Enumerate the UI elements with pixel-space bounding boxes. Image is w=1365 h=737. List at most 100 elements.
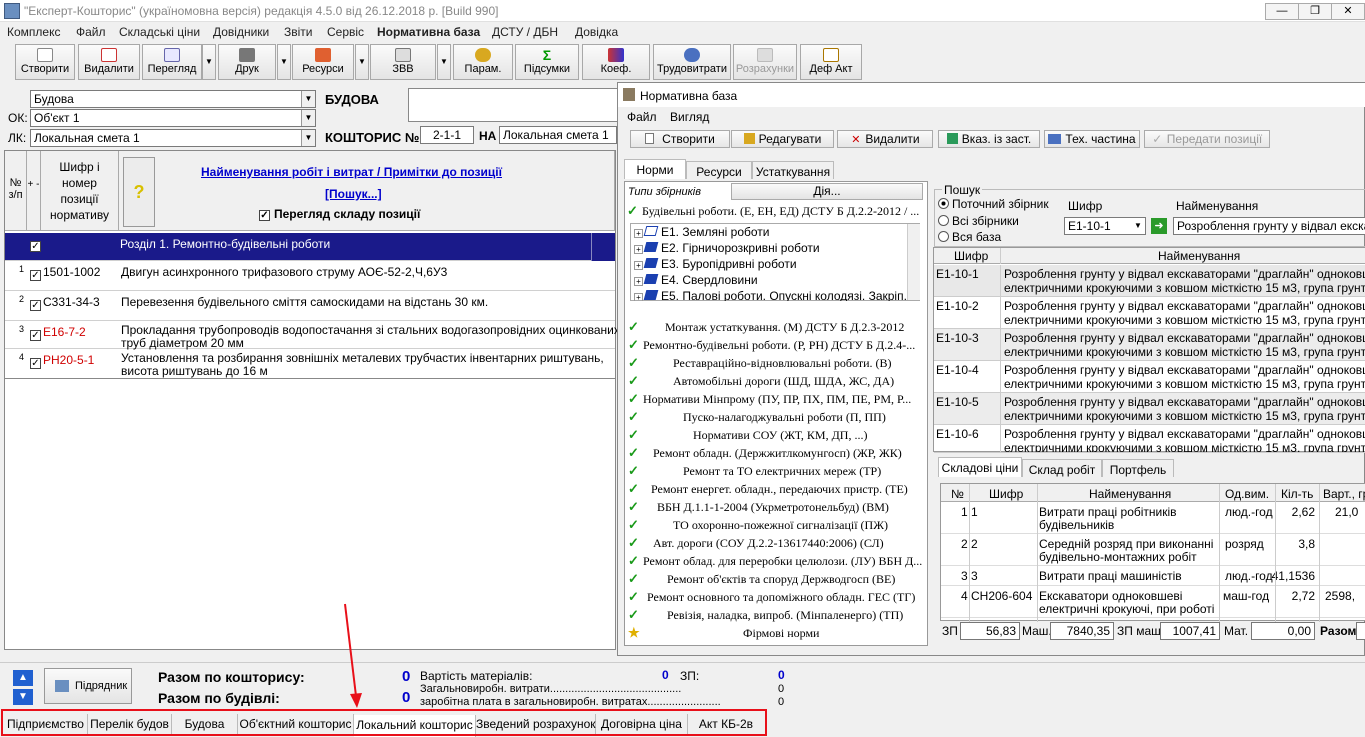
- resources-dropdown[interactable]: ▼: [355, 44, 369, 80]
- menu-dstu[interactable]: ДСТУ / ДБН: [492, 25, 558, 39]
- collection-item[interactable]: ✓ Ревізія, наладка, випроб. (Мінпаленерг…: [628, 608, 926, 626]
- zvv-button[interactable]: ЗВВ: [370, 44, 436, 80]
- nb-tab-norms[interactable]: Норми: [624, 159, 686, 179]
- collection-item[interactable]: ✓ Ремонт енергет. обладн., передаючих пр…: [628, 482, 926, 500]
- menu-reports[interactable]: Звіти: [284, 25, 313, 39]
- nb-tech-part-button[interactable]: Тех. частина: [1044, 130, 1140, 148]
- calc-button[interactable]: Розрахунки: [733, 44, 797, 80]
- go-arrow-icon[interactable]: ➜: [1151, 218, 1167, 234]
- collection-item[interactable]: ✓ Ремонт об'єктів та споруд Держводгосп …: [628, 572, 926, 590]
- radio-all-base[interactable]: Вся база: [938, 230, 1001, 244]
- tab-portfolio[interactable]: Портфель: [1102, 459, 1174, 477]
- menu-normative-base[interactable]: Нормативна база: [377, 25, 480, 39]
- table-row[interactable]: 1 1 Витрати праці робітників будівельник…: [941, 502, 1365, 534]
- totals-button[interactable]: Σ Підсумки: [515, 44, 579, 80]
- nb-from-storage-button[interactable]: Вказ. із заст.: [938, 130, 1040, 148]
- name-header-link[interactable]: Найменування робіт і витрат / Примітки д…: [201, 165, 502, 179]
- section-row[interactable]: ✓ Розділ 1. Ремонтно-будівельні роботи: [5, 233, 615, 261]
- tree-item[interactable]: + Е1. Земляні роботи: [631, 225, 906, 241]
- search-name-input[interactable]: Розроблення грунту у відвал екскава: [1173, 217, 1365, 235]
- object-select[interactable]: Об'єкт 1 ▼: [30, 109, 316, 127]
- totals-zp-field[interactable]: 56,83: [960, 622, 1020, 640]
- nb-transfer-button[interactable]: ✓ Передати позиції: [1144, 130, 1270, 148]
- collection-item[interactable]: ✓ Пуско-налагоджувальні роботи (П, ПП): [628, 410, 926, 428]
- table-row[interactable]: Е1-10-5 Розроблення грунту у відвал екска…: [934, 393, 1365, 425]
- totals-sum-field[interactable]: [1356, 622, 1365, 640]
- collection-item[interactable]: ★ Фірмові норми: [628, 626, 926, 644]
- table-row[interactable]: 4 СН206-604 Екскаватори одноковшеві елек…: [941, 586, 1365, 618]
- preview-dropdown[interactable]: ▼: [202, 44, 216, 80]
- tree-scrollbar[interactable]: [907, 224, 920, 300]
- nb-menu-view[interactable]: Вигляд: [670, 110, 709, 124]
- menu-references[interactable]: Довідники: [213, 25, 269, 39]
- print-dropdown[interactable]: ▼: [277, 44, 291, 80]
- collection-item[interactable]: ✓ Ремонт та ТО електричних мереж (ТР): [628, 464, 926, 482]
- arrow-down-button[interactable]: ▼: [13, 689, 33, 705]
- collection-item[interactable]: ✓ Ремонтно-будівельні роботи. (Р, РН) ДС…: [628, 338, 926, 356]
- totals-zpmash-field[interactable]: 1007,41: [1160, 622, 1220, 640]
- collection-item[interactable]: ✓ Будівельні роботи. (Е, ЕН, ЕД) ДСТУ Б …: [627, 204, 925, 222]
- view-composition-checkbox[interactable]: ✓ Перегляд складу позиції: [259, 207, 420, 221]
- tree-item[interactable]: + Е4. Свердловини: [631, 273, 906, 289]
- menu-help[interactable]: Довідка: [575, 25, 618, 39]
- question-icon[interactable]: ?: [123, 157, 155, 227]
- tab-price-components[interactable]: Складові ціни: [938, 457, 1022, 477]
- action-button[interactable]: Дія...: [731, 183, 923, 200]
- collection-item[interactable]: ✓ Автомобільні дороги (ШД, ШДА, ЖС, ДА): [628, 374, 926, 392]
- na-field[interactable]: Локальная смета 1: [499, 126, 617, 144]
- menu-service[interactable]: Сервіс: [327, 25, 364, 39]
- defact-button[interactable]: Деф Акт: [800, 44, 862, 80]
- table-row[interactable]: 2 ✓ С331-34-3 Перевезення будівельного с…: [5, 291, 615, 321]
- table-row[interactable]: 1 ✓ 1501-1002 Двигун асинхронного трифаз…: [5, 261, 615, 291]
- tree-item[interactable]: + Е3. Буропідривні роботи: [631, 257, 906, 273]
- building-name-field[interactable]: [408, 88, 618, 122]
- contractor-button[interactable]: Підрядник: [44, 668, 132, 704]
- collection-item[interactable]: ✓ ТО охоронно-пожежної сигналізації (ПЖ): [628, 518, 926, 536]
- building-select[interactable]: Будова ▼: [30, 90, 316, 108]
- delete-button[interactable]: Видалити: [78, 44, 140, 80]
- tab-works[interactable]: Склад робіт: [1022, 459, 1102, 477]
- search-link[interactable]: [Пошук...]: [325, 187, 382, 201]
- collection-item[interactable]: ✓ Авт. дороги (СОУ Д.2.2-13617440:2006) …: [628, 536, 926, 554]
- preview-button[interactable]: Перегляд: [142, 44, 202, 80]
- tree-item[interactable]: + Е5. Палові роботи. Опускні колодязі. За…: [631, 289, 906, 301]
- collection-item[interactable]: ✓ Монтаж устаткування. (М) ДСТУ Б Д.2.3-…: [628, 320, 926, 338]
- table-row[interactable]: 4 ✓ РН20-5-1 Установлення та розбирання …: [5, 349, 615, 379]
- table-row[interactable]: Е1-10-6 Розроблення грунту у відвал екска…: [934, 425, 1365, 453]
- collection-item[interactable]: ✓ Реставраційно-відновлювальні роботи. (…: [628, 356, 926, 374]
- resources-button[interactable]: Ресурси: [292, 44, 354, 80]
- table-row[interactable]: Е1-10-3 Розроблення грунту у відвал екска…: [934, 329, 1365, 361]
- create-button[interactable]: Створити: [15, 44, 75, 80]
- menu-warehouse-prices[interactable]: Складські ціни: [119, 25, 200, 39]
- tree-item[interactable]: + Е2. Гірничорозкривні роботи: [631, 241, 906, 257]
- local-estimate-select[interactable]: Локальная смета 1 ▼: [30, 129, 316, 147]
- collection-item[interactable]: ✓ Ремонт облад. для переробки целюлози. …: [628, 554, 926, 572]
- search-code-input[interactable]: Е1-10-1 ▼: [1064, 217, 1146, 235]
- totals-mash-field[interactable]: 7840,35: [1050, 622, 1114, 640]
- estimate-no-field[interactable]: 2-1-1: [420, 126, 474, 144]
- radio-all-collections[interactable]: Всі збірники: [938, 214, 1019, 228]
- nb-menu-file[interactable]: Файл: [627, 110, 657, 124]
- labor-button[interactable]: Трудовитрати: [653, 44, 731, 80]
- table-row[interactable]: Е1-10-1 Розроблення грунту у відвал екска…: [934, 265, 1365, 297]
- collection-item[interactable]: ✓ Нормативи Мінпрому (ПУ, ПР, ПХ, ПМ, ПЕ…: [628, 392, 926, 410]
- zvv-dropdown[interactable]: ▼: [437, 44, 451, 80]
- menu-complex[interactable]: Комплекс: [7, 25, 60, 39]
- print-button[interactable]: Друк: [218, 44, 276, 80]
- menu-file[interactable]: Файл: [76, 25, 106, 39]
- restore-button[interactable]: ❐: [1298, 3, 1332, 20]
- collection-item[interactable]: ✓ Ремонт обладн. (Держжитлкомунгосп) (ЖР…: [628, 446, 926, 464]
- arrow-up-button[interactable]: ▲: [13, 670, 33, 686]
- table-row[interactable]: 2 2 Середній розряд при виконанні будіве…: [941, 534, 1365, 566]
- nb-tab-equipment[interactable]: Устаткування: [752, 161, 834, 179]
- coef-button[interactable]: Коеф.: [582, 44, 650, 80]
- table-row[interactable]: Е1-10-4 Розроблення грунту у відвал екска…: [934, 361, 1365, 393]
- nb-tab-resources[interactable]: Ресурси: [686, 161, 752, 179]
- params-button[interactable]: Парам.: [453, 44, 513, 80]
- collection-item[interactable]: ✓ Ремонт основного та допоміжного обладн…: [628, 590, 926, 608]
- table-row[interactable]: 3 ✓ Е16-7-2 Прокладання трубопроводів во…: [5, 321, 620, 350]
- table-row[interactable]: 3 3 Витрати праці машиністів люд.-год 41…: [941, 566, 1365, 586]
- minimize-button[interactable]: —: [1265, 3, 1299, 20]
- table-row[interactable]: Е1-10-2 Розроблення грунту у відвал екска…: [934, 297, 1365, 329]
- collection-item[interactable]: ✓ ВБН Д.1.1-1-2004 (Укрметротонельбуд) (…: [628, 500, 926, 518]
